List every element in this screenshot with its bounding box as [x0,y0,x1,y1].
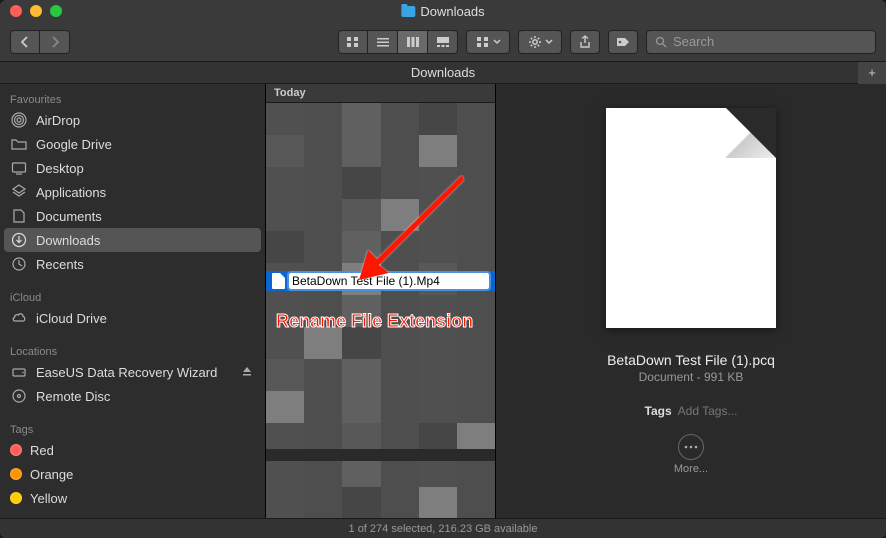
fullscreen-window-button[interactable] [50,5,62,17]
sidebar: Favourites AirDrop Google Drive Desktop … [0,84,266,518]
folder-icon [10,135,28,153]
titlebar: Downloads [0,0,886,22]
more-button[interactable] [678,434,704,460]
eject-icon[interactable] [241,365,255,380]
file-column: Today [266,84,496,518]
gallery-view-button[interactable] [428,30,458,54]
disk-icon [10,363,28,381]
recents-icon [10,255,28,273]
status-bar: 1 of 274 selected, 216.23 GB available [0,518,886,538]
preview-pane: BetaDown Test File (1).pcq Document - 99… [496,84,886,518]
applications-icon [10,183,28,201]
tag-icon [615,36,631,48]
minimize-window-button[interactable] [30,5,42,17]
sidebar-tag-red[interactable]: Red [0,438,265,462]
gear-icon [528,35,542,49]
sidebar-item-google-drive[interactable]: Google Drive [0,132,265,156]
more-label: More... [674,463,708,475]
downloads-icon [10,231,28,249]
sidebar-tag-yellow[interactable]: Yellow [0,486,265,510]
share-icon [578,35,592,49]
annotation-arrow [354,175,474,285]
tag-dot-red [10,444,22,456]
sidebar-item-easeus[interactable]: EaseUS Data Recovery Wizard [0,360,265,384]
desktop-icon [10,159,28,177]
tags-button[interactable] [608,30,638,54]
ellipsis-icon [684,445,698,449]
add-tab-button[interactable]: + [858,62,886,84]
sidebar-section-tags: Tags [0,418,265,438]
preview-meta: Document - 991 KB [639,370,744,384]
window-title: Downloads [420,4,484,19]
back-button[interactable] [10,30,40,54]
arrange-button[interactable] [466,30,510,54]
path-title: Downloads [411,65,475,80]
column-view-button[interactable] [398,30,428,54]
icon-view-button[interactable] [338,30,368,54]
annotation-text: Rename File Extension [276,311,473,332]
action-button[interactable] [518,30,562,54]
sidebar-item-remote-disc[interactable]: Remote Disc [0,384,265,408]
close-window-button[interactable] [10,5,22,17]
sidebar-item-documents[interactable]: Documents [0,204,265,228]
sidebar-item-desktop[interactable]: Desktop [0,156,265,180]
tag-dot-orange [10,468,22,480]
document-icon [272,273,285,289]
sidebar-section-favourites: Favourites [0,88,265,108]
tag-dot-yellow [10,492,22,504]
remote-disc-icon [10,387,28,405]
sidebar-item-airdrop[interactable]: AirDrop [0,108,265,132]
document-preview [606,108,776,328]
share-button[interactable] [570,30,600,54]
sidebar-tag-orange[interactable]: Orange [0,462,265,486]
sidebar-section-locations: Locations [0,340,265,360]
toolbar: Search [0,22,886,62]
search-icon [655,36,667,48]
sidebar-item-applications[interactable]: Applications [0,180,265,204]
add-tags-field[interactable]: Add Tags... [678,404,738,418]
search-field[interactable]: Search [646,30,876,54]
sidebar-item-recents[interactable]: Recents [0,252,265,276]
icloud-icon [10,309,28,327]
path-bar: Downloads + [0,62,886,84]
status-text: 1 of 274 selected, 216.23 GB available [349,523,538,535]
forward-button[interactable] [40,30,70,54]
list-view-button[interactable] [368,30,398,54]
airdrop-icon [10,111,28,129]
preview-filename: BetaDown Test File (1).pcq [607,352,775,368]
view-switch [338,30,458,54]
tags-label: Tags [645,404,672,418]
documents-icon [10,207,28,225]
sidebar-item-downloads[interactable]: Downloads [4,228,261,252]
search-placeholder: Search [673,34,714,49]
sidebar-item-icloud-drive[interactable]: iCloud Drive [0,306,265,330]
folder-icon [401,6,415,17]
sidebar-section-icloud: iCloud [0,286,265,306]
finder-window: Downloads [0,0,886,538]
column-section-header: Today [266,84,495,103]
